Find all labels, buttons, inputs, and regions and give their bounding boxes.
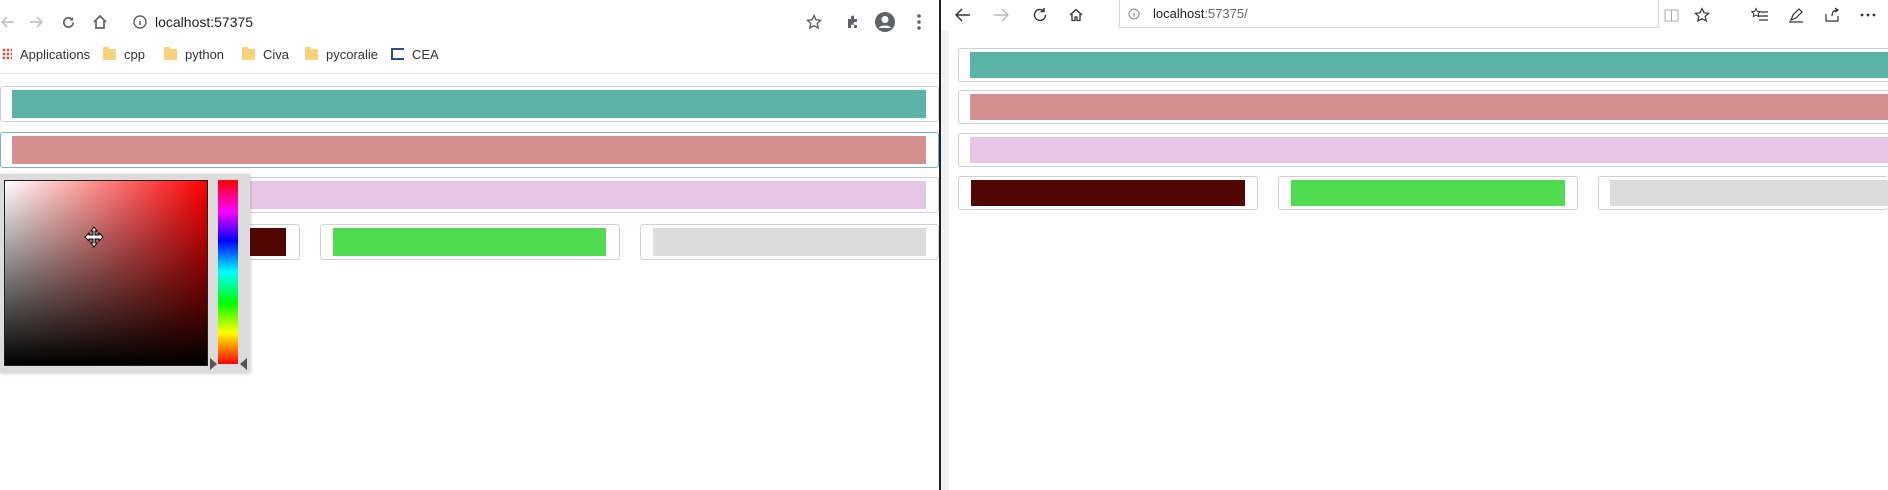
bookmark-applications[interactable]: Applications	[2, 44, 90, 64]
color-field-2[interactable]	[958, 90, 1888, 124]
color-swatch	[970, 94, 1888, 120]
color-swatch	[333, 228, 606, 256]
url-host: localhost	[1153, 6, 1205, 21]
hue-slider-handle-left[interactable]	[210, 358, 217, 370]
color-swatch	[970, 52, 1888, 78]
page-left-gutter	[941, 30, 949, 490]
left-browser-window: localhost:57375 Applications cpp python …	[0, 0, 939, 490]
favorites-list-icon[interactable]	[1750, 5, 1770, 25]
toolbar-divider	[0, 73, 939, 74]
bookmark-cpp[interactable]: cpp	[103, 44, 145, 64]
bookmark-star-icon[interactable]	[805, 13, 823, 31]
favorite-star-icon[interactable]	[1692, 5, 1712, 25]
site-info-icon[interactable]	[1127, 7, 1141, 21]
share-icon[interactable]	[1822, 5, 1842, 25]
apps-grid-icon	[2, 48, 12, 60]
color-field-5[interactable]	[320, 224, 620, 260]
bookmark-pycoralie[interactable]: pycoralie	[305, 44, 378, 64]
hue-slider-handle-right[interactable]	[240, 358, 247, 370]
forward-icon[interactable]	[991, 5, 1011, 25]
folder-icon	[305, 46, 318, 60]
color-field-1[interactable]	[0, 86, 939, 122]
bookmark-label: pycoralie	[326, 46, 379, 62]
folder-icon	[164, 46, 177, 60]
bookmark-label: Applications	[20, 46, 91, 62]
move-cursor-icon	[83, 226, 105, 248]
color-swatch	[12, 90, 926, 118]
url-port-path: :57375/	[1204, 6, 1248, 21]
color-field-4[interactable]	[958, 176, 1258, 210]
reading-view-icon[interactable]	[1661, 5, 1681, 25]
color-swatch	[970, 137, 1888, 163]
color-field-5[interactable]	[1278, 176, 1578, 210]
color-picker-popup	[0, 174, 250, 372]
color-swatch	[971, 180, 1245, 206]
folder-icon	[242, 46, 255, 60]
more-menu-icon[interactable]	[1858, 5, 1878, 25]
refresh-icon[interactable]	[1030, 5, 1050, 25]
color-field-6[interactable]	[640, 224, 939, 260]
address-bar-url[interactable]: localhost:57375/	[1153, 6, 1248, 21]
color-field-3[interactable]	[958, 133, 1888, 167]
color-swatch	[1610, 180, 1888, 206]
color-field-2[interactable]	[0, 132, 939, 168]
site-info-icon[interactable]	[132, 14, 148, 30]
color-swatch	[12, 136, 926, 164]
color-swatch	[653, 228, 926, 256]
home-icon[interactable]	[91, 13, 109, 31]
bookmark-python[interactable]: python	[164, 44, 224, 64]
home-icon[interactable]	[1066, 5, 1086, 25]
color-field-6[interactable]	[1598, 176, 1888, 210]
reload-icon[interactable]	[60, 14, 76, 30]
more-menu-icon[interactable]	[910, 13, 928, 31]
color-swatch	[1291, 180, 1565, 206]
profile-avatar-icon[interactable]	[874, 11, 896, 33]
saturation-value-area[interactable]	[4, 180, 208, 366]
color-field-1[interactable]	[958, 48, 1888, 82]
hue-slider[interactable]	[218, 180, 238, 364]
bookmark-civa[interactable]: Civa	[242, 44, 289, 64]
back-icon[interactable]	[0, 14, 16, 30]
back-icon[interactable]	[953, 5, 973, 25]
right-browser-window: localhost:57375/	[941, 0, 1888, 490]
bookmark-label: python	[185, 46, 225, 62]
address-bar-url[interactable]: localhost:57375	[155, 14, 253, 30]
bookmark-label: cpp	[124, 46, 145, 62]
bookmark-label: Civa	[263, 46, 290, 62]
folder-icon	[103, 46, 116, 60]
bookmark-label: CEA	[412, 46, 439, 62]
pen-icon[interactable]	[1786, 5, 1806, 25]
bookmark-app-icon	[391, 48, 404, 60]
bookmark-cea[interactable]: CEA	[391, 44, 439, 64]
extensions-icon[interactable]	[844, 13, 862, 31]
forward-icon[interactable]	[28, 14, 44, 30]
